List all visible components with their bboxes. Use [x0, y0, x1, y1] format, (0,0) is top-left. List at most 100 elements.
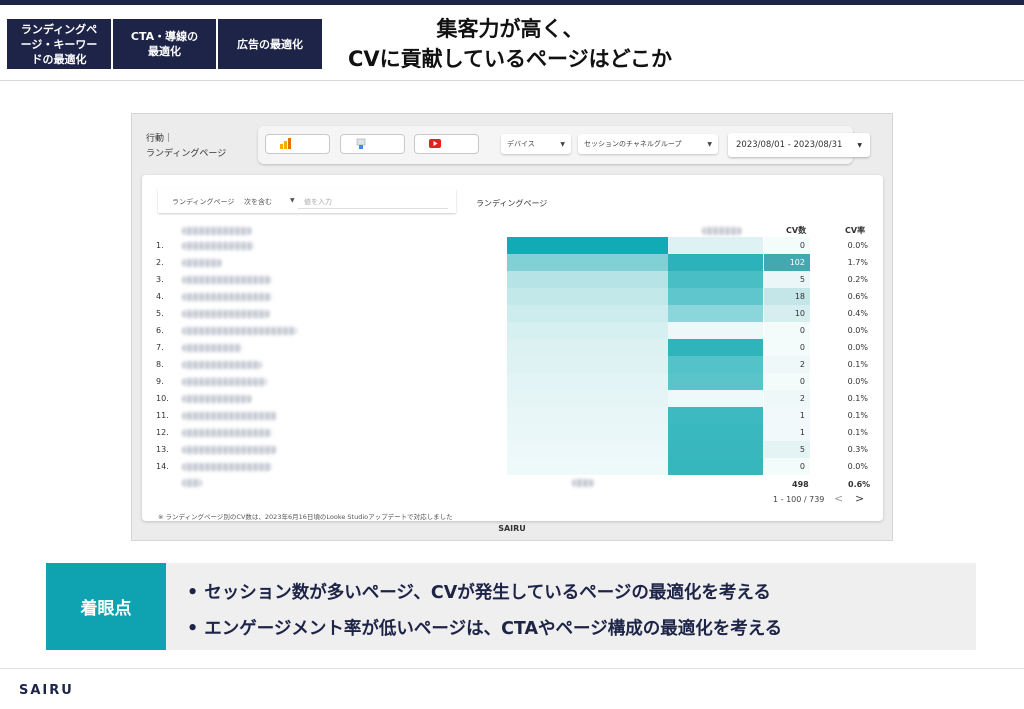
cvr-cell: 0.0%: [847, 241, 868, 250]
row-rank: 12.: [156, 428, 169, 437]
row-rank: 6.: [156, 326, 164, 335]
focus-point: • セッション数が多いページ、CVが発生しているページの最適化を考える: [187, 583, 771, 603]
report-title-line-2: ランディングページ: [146, 149, 227, 159]
engagement-bar: [668, 305, 763, 322]
focus-label: 着眼点: [46, 563, 166, 650]
filter-label: ランディングページ: [172, 198, 235, 206]
blurred-page-path: [182, 446, 277, 454]
focus-point: • エンゲージメント率が低いページは、CTAやページ構成の最適化を考える: [187, 619, 783, 639]
sessions-bar: [507, 356, 668, 373]
cvr-cell: 1.7%: [847, 258, 868, 267]
channel-dropdown-label: セッションのチャネルグループ: [584, 140, 682, 148]
blurred-page-path: [182, 293, 272, 301]
cvr-cell: 0.6%: [847, 292, 868, 301]
table-title: ランディングページ: [476, 199, 548, 208]
youtube-source-button[interactable]: [414, 134, 479, 154]
blurred-page-path: [182, 395, 252, 403]
engagement-bar: [668, 322, 763, 339]
chevron-down-icon: ▼: [560, 140, 565, 148]
sessions-bar: [507, 373, 668, 390]
blurred-page-path: [182, 310, 270, 318]
cvr-cell: 0.3%: [847, 445, 868, 454]
blurred-page-path: [182, 259, 222, 267]
filter-value-input[interactable]: 値を入力: [304, 197, 332, 207]
blurred-total: [572, 479, 594, 487]
sessions-bar: [507, 237, 668, 254]
tab-ad-optimization[interactable]: 広告の最適化: [218, 19, 322, 69]
blurred-page-path: [182, 463, 272, 471]
report-title: 行動｜ ランディングページ: [146, 132, 226, 162]
sessions-bar: [507, 390, 668, 407]
footer-divider: [0, 668, 1024, 669]
blurred-page-path: [182, 412, 277, 420]
sessions-bar: [507, 339, 668, 356]
cv-cell: 18: [764, 288, 810, 305]
sessions-bar: [507, 458, 668, 475]
row-rank: 13.: [156, 445, 169, 454]
sessions-bar: [507, 271, 668, 288]
cv-cell: 102: [764, 254, 810, 271]
blurred-header: [182, 227, 252, 235]
sessions-bar: [507, 305, 668, 322]
title-line-1: 集客力が高く、: [436, 17, 584, 41]
column-header-cv[interactable]: CV数: [786, 225, 806, 236]
filter-operator[interactable]: 次を含む: [244, 197, 272, 207]
cvr-cell: 0.1%: [847, 428, 868, 437]
cv-cell: 2: [764, 390, 810, 407]
sessions-bar: [507, 441, 668, 458]
cv-cell: 0: [764, 237, 810, 254]
tab-label: CTA・導線の 最適化: [130, 30, 199, 58]
cv-cell: 10: [764, 305, 810, 322]
blurred-page-path: [182, 242, 254, 250]
row-rank: 3.: [156, 275, 164, 284]
sessions-bar: [507, 254, 668, 271]
cv-cell: 2: [764, 356, 810, 373]
cv-cell: 0: [764, 458, 810, 475]
analytics-source-button[interactable]: [265, 134, 330, 154]
cv-cell: 5: [764, 271, 810, 288]
title-line-2: CVに貢献しているページはどこか: [348, 47, 672, 71]
engagement-bar: [668, 271, 763, 288]
tab-cta-optimization[interactable]: CTA・導線の 最適化: [113, 19, 216, 69]
row-rank: 11.: [156, 411, 169, 420]
date-range-picker[interactable]: 2023/08/01 - 2023/08/31 ▼: [728, 133, 870, 157]
blurred-page-path: [182, 327, 297, 335]
cv-cell: 0: [764, 322, 810, 339]
row-rank: 4.: [156, 292, 164, 301]
blurred-page-path: [182, 361, 262, 369]
row-rank: 9.: [156, 377, 164, 386]
search-console-source-button[interactable]: [340, 134, 405, 154]
engagement-bar: [668, 441, 763, 458]
cv-cell: 0: [764, 339, 810, 356]
date-range-label: 2023/08/01 - 2023/08/31: [736, 140, 843, 150]
blurred-header: [702, 227, 742, 235]
next-page-icon[interactable]: >: [855, 492, 864, 505]
report-title-line-1: 行動｜: [146, 134, 174, 144]
youtube-icon: [429, 139, 441, 148]
landing-page-filter[interactable]: ランディングページ 次を含む ▼ 値を入力: [158, 189, 456, 213]
row-rank: 14.: [156, 462, 169, 471]
footnote: ※ ランディングページ別のCV数は、2023年6月16日頃のLooke Stud…: [158, 513, 453, 521]
engagement-bar: [668, 373, 763, 390]
engagement-bar: [668, 237, 763, 254]
engagement-bar: [668, 356, 763, 373]
row-rank: 1.: [156, 241, 164, 250]
analytics-icon: [280, 138, 291, 149]
cvr-cell: 0.4%: [847, 309, 868, 318]
focus-points-box: 着眼点 • セッション数が多いページ、CVが発生しているページの最適化を考える …: [46, 563, 976, 650]
cv-cell: 1: [764, 424, 810, 441]
row-rank: 7.: [156, 343, 164, 352]
device-dropdown[interactable]: デバイス ▼: [501, 134, 571, 154]
prev-page-icon[interactable]: <: [834, 492, 843, 505]
column-header-cvr[interactable]: CV率: [845, 225, 865, 236]
pagination-label: 1 - 100 / 739: [773, 495, 825, 504]
cvr-cell: 0.1%: [847, 411, 868, 420]
engagement-bar: [668, 288, 763, 305]
sessions-bar: [507, 407, 668, 424]
blurred-page-path: [182, 429, 272, 437]
row-rank: 5.: [156, 309, 164, 318]
channel-group-dropdown[interactable]: セッションのチャネルグループ ▼: [578, 134, 718, 154]
tab-landing-page-keyword[interactable]: ランディングペ ージ・キーワー ドの最適化: [7, 19, 111, 69]
engagement-bar: [668, 339, 763, 356]
row-rank: 8.: [156, 360, 164, 369]
